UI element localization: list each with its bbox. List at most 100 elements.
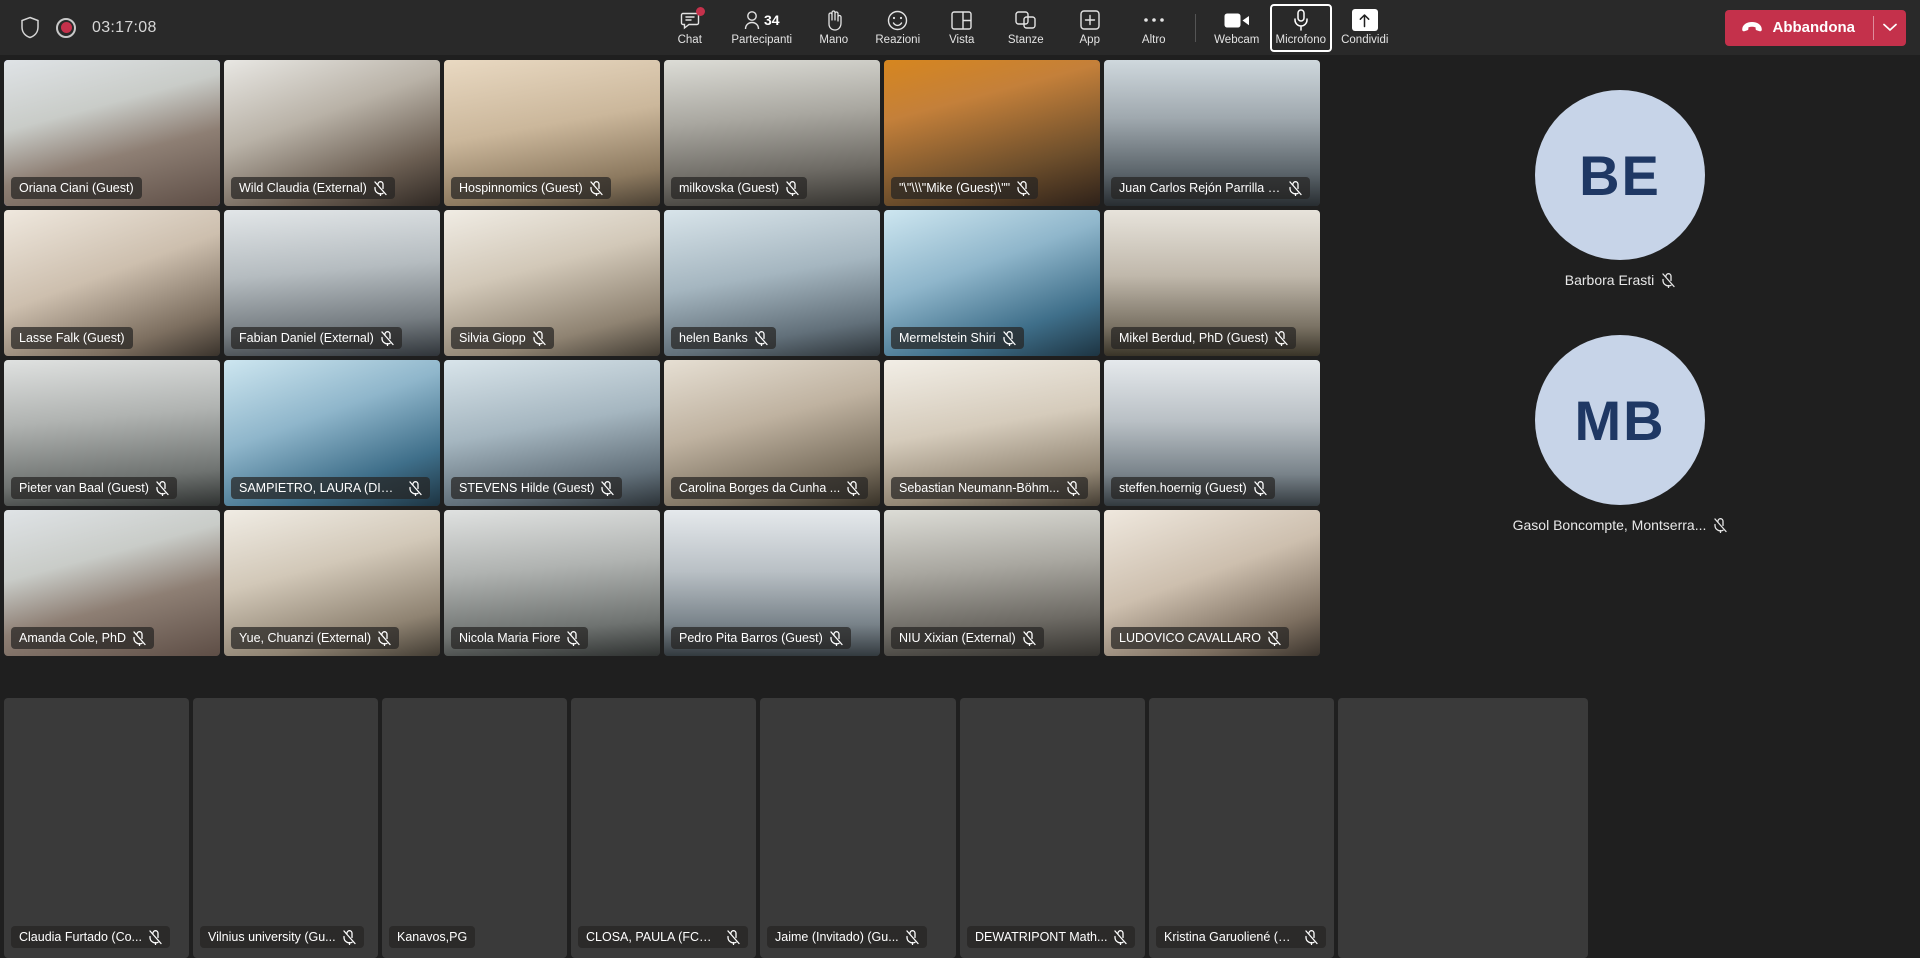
layout-grid-icon <box>951 9 972 31</box>
video-tile[interactable]: LUDOVICO CAVALLARO <box>1104 510 1320 656</box>
video-tile[interactable]: Vilnius university (Gu... <box>193 698 378 958</box>
participant-nameplate: Fabian Daniel (External) <box>231 327 402 349</box>
video-tile[interactable]: Lasse Falk (Guest) <box>4 210 220 356</box>
video-tile[interactable]: Silvia Giopp <box>444 210 660 356</box>
avatar-initials: MB <box>1574 388 1666 452</box>
microphone-muted-icon <box>567 630 581 646</box>
participants-button[interactable]: 34 Partecipanti <box>723 4 801 52</box>
participant-nameplate: Nicola Maria Fiore <box>451 627 589 649</box>
video-tile[interactable]: SAMPIETRO, LAURA (DIRI... <box>224 360 440 506</box>
video-tile[interactable]: Hospinnomics (Guest) <box>444 60 660 206</box>
video-tile[interactable]: "\"\\\"Mike (Guest)\"" <box>884 60 1100 206</box>
more-button[interactable]: Altro <box>1123 4 1185 52</box>
toolbar-divider <box>1194 13 1196 42</box>
camera-button[interactable]: Webcam <box>1206 4 1268 52</box>
participant-name: steffen.hoernig (Guest) <box>1119 481 1247 495</box>
video-tile[interactable]: Wild Claudia (External) <box>224 60 440 206</box>
video-tile[interactable]: CLOSA, PAULA (FCRB... <box>571 698 756 958</box>
video-row: Oriana Ciani (Guest) Wild Claudia (Exter… <box>4 60 1320 206</box>
video-tile[interactable]: Oriana Ciani (Guest) <box>4 60 220 206</box>
video-tile[interactable]: Mikel Berdud, PhD (Guest) <box>1104 210 1320 356</box>
leave-options-button[interactable] <box>1874 10 1906 46</box>
avatar-tile[interactable]: BE Barbora Erasti <box>1324 90 1916 288</box>
video-tile[interactable]: Pedro Pita Barros (Guest) <box>664 510 880 656</box>
video-tile[interactable]: milkovska (Guest) <box>664 60 880 206</box>
participant-nameplate: Kristina Garuoliené (Exter... <box>1156 926 1327 948</box>
view-button[interactable]: Vista <box>931 4 993 52</box>
meeting-toolbar: 03:17:08 Chat 34 Partecipanti Mano Reazi… <box>0 0 1920 55</box>
microphone-muted-icon <box>1714 517 1728 533</box>
video-tile[interactable]: Yue, Chuanzi (External) <box>224 510 440 656</box>
participant-nameplate: steffen.hoernig (Guest) <box>1111 477 1275 499</box>
rooms-button[interactable]: Stanze <box>995 4 1057 52</box>
leave-label: Abbandona <box>1772 19 1856 36</box>
chat-unread-badge <box>695 7 705 16</box>
participant-name: DEWATRIPONT Math... <box>975 930 1108 944</box>
participant-name: Fabian Daniel (External) <box>239 331 374 345</box>
avatar-tile[interactable]: MB Gasol Boncompte, Montserra... <box>1324 335 1916 533</box>
plus-box-icon <box>1080 9 1100 31</box>
participants-label: Partecipanti <box>731 34 793 46</box>
participant-nameplate: Vilnius university (Gu... <box>200 926 364 948</box>
participant-name: Carolina Borges da Cunha ... <box>679 481 841 495</box>
participant-name: Gasol Boncompte, Montserra... <box>1512 517 1707 533</box>
participant-nameplate: "\"\\\"Mike (Guest)\"" <box>891 177 1039 199</box>
video-tile[interactable]: Jaime (Invitado) (Gu... <box>760 698 956 958</box>
microphone-muted-icon <box>1305 929 1318 945</box>
microphone-muted-icon <box>342 929 356 945</box>
participant-nameplate: Amanda Cole, PhD <box>11 627 155 649</box>
hangup-icon <box>1741 19 1763 36</box>
video-tile[interactable]: Carolina Borges da Cunha ... <box>664 360 880 506</box>
video-tile[interactable]: STEVENS Hilde (Guest) <box>444 360 660 506</box>
video-tile[interactable] <box>1338 698 1588 958</box>
avatar: BE <box>1535 90 1705 260</box>
video-tile[interactable]: DEWATRIPONT Math... <box>960 698 1145 958</box>
participant-nameplate: Jaime (Invitado) (Gu... <box>767 926 927 948</box>
video-tile[interactable]: Amanda Cole, PhD <box>4 510 220 656</box>
participant-nameplate: Juan Carlos Rejón Parrilla (... <box>1111 177 1310 199</box>
video-tile[interactable]: Claudia Furtado (Co... <box>4 698 189 958</box>
participant-nameplate: DEWATRIPONT Math... <box>967 926 1136 948</box>
raise-hand-button[interactable]: Mano <box>803 4 865 52</box>
chat-button[interactable]: Chat <box>659 4 721 52</box>
raise-hand-icon <box>824 9 844 31</box>
video-tile[interactable]: Sebastian Neumann-Böhm... <box>884 360 1100 506</box>
avatar-panel: BE Barbora Erasti MB Gasol Boncompte, Mo… <box>1324 60 1916 690</box>
participant-nameplate: Wild Claudia (External) <box>231 177 395 199</box>
microphone-muted-icon <box>378 630 391 646</box>
share-button[interactable]: Condividi <box>1334 4 1396 52</box>
camera-label: Webcam <box>1214 34 1260 46</box>
video-row: Pieter van Baal (Guest) SAMPIETRO, LAURA… <box>4 360 1320 506</box>
rooms-label: Stanze <box>1007 34 1044 46</box>
participant-nameplate: Oriana Ciani (Guest) <box>11 177 142 199</box>
leave-meeting-button[interactable]: Abbandona <box>1724 9 1906 46</box>
video-tile[interactable]: Juan Carlos Rejón Parrilla (... <box>1104 60 1320 206</box>
participant-nameplate: Silvia Giopp <box>451 327 554 349</box>
participant-name: CLOSA, PAULA (FCRB... <box>586 930 721 944</box>
video-tile[interactable]: helen Banks <box>664 210 880 356</box>
video-tile[interactable]: Nicola Maria Fiore <box>444 510 660 656</box>
video-tile[interactable]: NIU Xixian (External) <box>884 510 1100 656</box>
participant-name: Vilnius university (Gu... <box>208 930 336 944</box>
microphone-button[interactable]: Microfono <box>1269 3 1332 52</box>
microphone-muted-icon <box>1023 630 1036 646</box>
apps-label: App <box>1079 34 1100 46</box>
participant-nameplate: Mermelstein Shiri <box>891 327 1024 349</box>
participant-name: Kristina Garuoliené (Exter... <box>1164 930 1298 944</box>
microphone-muted-icon <box>590 180 603 196</box>
apps-button[interactable]: App <box>1059 4 1121 52</box>
microphone-muted-icon <box>755 330 768 346</box>
video-tile[interactable]: Mermelstein Shiri <box>884 210 1100 356</box>
video-tile[interactable]: steffen.hoernig (Guest) <box>1104 360 1320 506</box>
video-tile[interactable]: Fabian Daniel (External) <box>224 210 440 356</box>
participant-nameplate: Pedro Pita Barros (Guest) <box>671 627 851 649</box>
participant-name: Mikel Berdud, PhD (Guest) <box>1119 331 1269 345</box>
microphone-muted-icon <box>533 330 546 346</box>
video-tile[interactable]: Pieter van Baal (Guest) <box>4 360 220 506</box>
video-tile[interactable]: Kanavos,PG <box>382 698 567 958</box>
microphone-muted-icon <box>1289 180 1302 196</box>
more-label: Altro <box>1141 34 1166 46</box>
video-tile[interactable]: Kristina Garuoliené (Exter... <box>1149 698 1334 958</box>
microphone-muted-icon <box>374 180 387 196</box>
reactions-button[interactable]: Reazioni <box>867 4 929 52</box>
